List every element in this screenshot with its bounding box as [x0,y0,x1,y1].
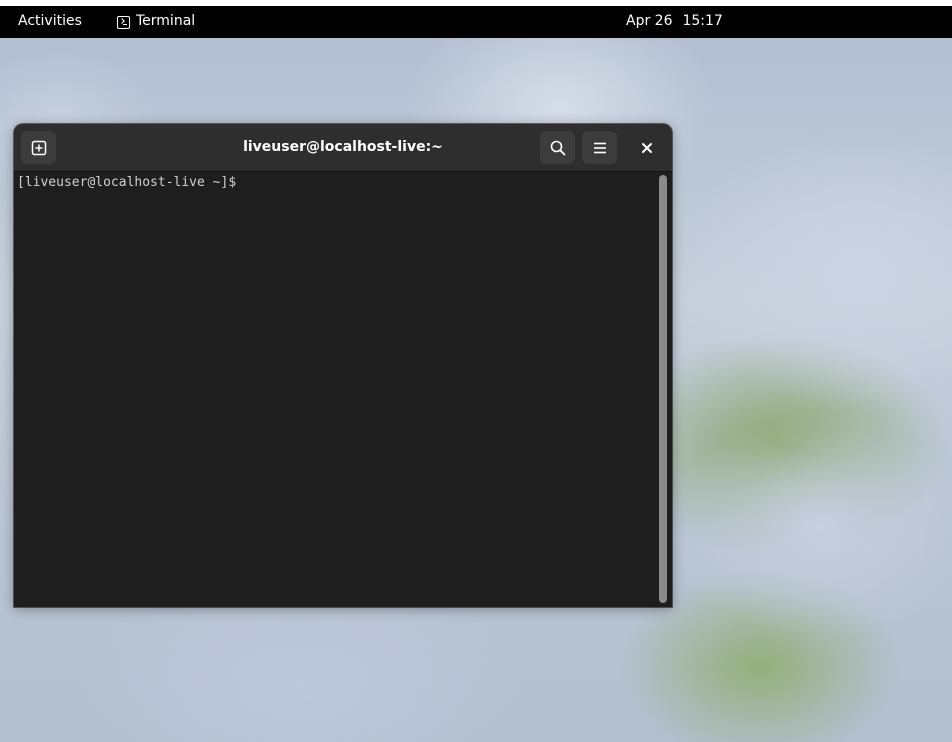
terminal-area[interactable]: [liveuser@localhost-live ~]$ [14,172,672,607]
window-headerbar[interactable]: liveuser@localhost-live:~ [14,124,672,172]
terminal-window: liveuser@localhost-live:~ [liveuser@loca… [14,124,672,607]
close-icon [642,143,652,153]
terminal-icon [117,15,130,29]
search-icon [550,140,565,155]
clock-date: Apr 26 [626,13,673,29]
close-button[interactable] [635,136,659,160]
app-menu-terminal[interactable]: Terminal [117,13,195,29]
top-bar: Activities Terminal Apr 26 15:17 [0,6,952,38]
terminal-prompt: [liveuser@localhost-live ~]$ [17,175,244,190]
clock[interactable]: Apr 26 15:17 [626,13,723,29]
clock-time: 15:17 [682,13,723,29]
main-menu-button[interactable] [582,131,617,164]
terminal-scrollbar[interactable] [659,175,667,603]
hamburger-menu-icon [593,142,606,153]
activities-button[interactable]: Activities [18,13,82,29]
app-menu-label: Terminal [136,13,196,29]
search-button[interactable] [540,131,575,164]
